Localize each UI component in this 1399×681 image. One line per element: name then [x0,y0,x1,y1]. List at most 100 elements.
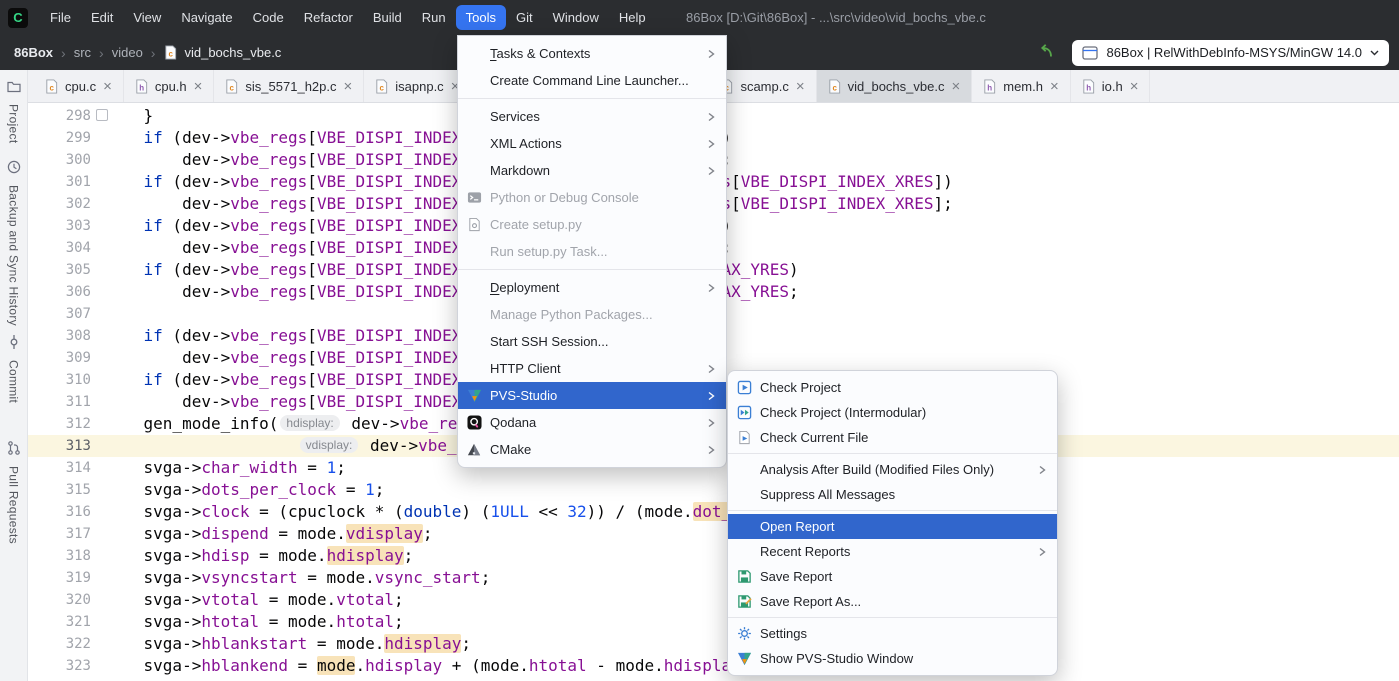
menu-item-markdown[interactable]: Markdown [458,157,726,184]
menu-run[interactable]: Run [412,5,456,30]
menu-item-xml-actions[interactable]: XML Actions [458,130,726,157]
close-icon[interactable]: × [102,79,113,94]
c-file-icon: c [827,79,842,94]
code-text: if (dev->vbe_regs[VBE_DISPI_INDEX_XRES] … [105,127,1399,149]
code-line[interactable]: 317 svga->dispend = mode.vdisplay; [28,523,1399,545]
menu-item-python-or-debug-console: Python or Debug Console [458,184,726,211]
line-number: 303 [28,215,105,237]
h-file-icon: h [1081,79,1096,94]
line-number: 323 [28,655,105,677]
breadcrumb-item[interactable]: video [112,45,143,60]
line-number: 314 [28,457,105,479]
menu-help[interactable]: Help [609,5,656,30]
tab-vid_bochs_vbe-c[interactable]: cvid_bochs_vbe.c× [817,70,973,102]
menu-item-show-pvs-studio-window[interactable]: Show PVS-Studio Window [728,646,1057,671]
tab-cpu-c[interactable]: ccpu.c× [34,70,124,102]
line-number: 316 [28,501,105,523]
menu-code[interactable]: Code [243,5,294,30]
code-line[interactable]: 320 svga->vtotal = mode.vtotal; [28,589,1399,611]
stripe-item-pull-requests[interactable]: Pull Requests [6,440,22,544]
menu-item-cmake[interactable]: CMake [458,436,726,463]
menu-item-icon-slot [736,487,752,503]
menu-item-label: Check Project [760,380,1047,395]
menu-edit[interactable]: Edit [81,5,123,30]
line-number: 319 [28,567,105,589]
code-line[interactable]: 318 svga->hdisp = mode.hdisplay; [28,545,1399,567]
tab-mem-h[interactable]: hmem.h× [972,70,1071,102]
stripe-item-project[interactable]: Project [6,78,22,143]
rollback-arrow-button[interactable] [1034,41,1058,65]
menu-item-check-project-intermodular[interactable]: Check Project (Intermodular) [728,400,1057,425]
close-icon[interactable]: × [1049,79,1060,94]
folding-marker[interactable] [96,109,108,121]
menu-separator [458,269,726,270]
menu-item-check-current-file[interactable]: Check Current File [728,425,1057,450]
code-line[interactable]: 319 svga->vsyncstart = mode.vsync_start; [28,567,1399,589]
code-line[interactable]: 324 svga->vblankstart = mode.vdisplay; [28,677,1399,681]
menu-item-icon-slot [466,46,482,62]
breadcrumb-item[interactable]: vid_bochs_vbe.c [184,45,281,60]
code-line[interactable]: 322 svga->hblankstart = mode.hdisplay; [28,633,1399,655]
tab-label: cpu.c [65,79,96,94]
menu-refactor[interactable]: Refactor [294,5,363,30]
close-icon[interactable]: × [950,79,961,94]
code-line[interactable]: 321 svga->htotal = mode.htotal; [28,611,1399,633]
menu-item-icon-slot [736,544,752,560]
line-number: 320 [28,589,105,611]
menu-item-icon-slot [466,73,482,89]
menu-item-qodana[interactable]: Qodana [458,409,726,436]
menu-item-pvs-studio[interactable]: PVS-Studio [458,382,726,409]
parameter-hint: hdisplay: [280,415,339,431]
menu-separator [728,617,1057,618]
menu-item-label: Check Current File [760,430,1047,445]
code-text: if (dev->vbe_regs[VBE_DISPI_INDEX_VIRT_H… [105,259,1399,281]
tab-io-h[interactable]: hio.h× [1071,70,1151,102]
menu-item-save-report[interactable]: Save Report [728,564,1057,589]
qodana-icon [466,415,482,431]
menu-item-save-report-as[interactable]: Save Report As... [728,589,1057,614]
menu-window[interactable]: Window [543,5,609,30]
submenu-arrow-icon [1038,546,1047,558]
menu-item-suppress-all-messages[interactable]: Suppress All Messages [728,482,1057,507]
run-configuration-selector[interactable]: 86Box | RelWithDebInfo-MSYS/MinGW 14.0 [1072,40,1389,66]
chevron-down-icon [1370,50,1379,56]
menu-item-open-report[interactable]: Open Report [728,514,1057,539]
menu-item-check-project[interactable]: Check Project [728,375,1057,400]
menu-item-deployment[interactable]: Deployment [458,274,726,301]
breadcrumb-item[interactable]: 86Box [14,45,53,60]
tab-isapnp-c[interactable]: cisapnp.c× [364,70,471,102]
menu-item-create-command-line-launcher[interactable]: Create Command Line Launcher... [458,67,726,94]
code-text: if (dev->vbe_regs[VBE_DISPI_INDEX_YRES] … [105,215,1399,237]
menu-view[interactable]: View [123,5,171,30]
menu-item-tasks-contexts[interactable]: Tasks & Contexts [458,40,726,67]
tab-cpu-h[interactable]: hcpu.h× [124,70,215,102]
menu-tools[interactable]: Tools [456,5,506,30]
stripe-item-backup-and-sync-history[interactable]: Backup and Sync History [6,159,22,326]
tab-sis_5571_h2p-c[interactable]: csis_5571_h2p.c× [214,70,364,102]
menu-navigate[interactable]: Navigate [171,5,242,30]
menu-item-http-client[interactable]: HTTP Client [458,355,726,382]
code-line[interactable]: 323 svga->hblankend = mode.hdisplay + (m… [28,655,1399,677]
stripe-item-commit[interactable]: Commit [6,334,22,403]
code-line[interactable]: 315 svga->dots_per_clock = 1; [28,479,1399,501]
menu-item-settings[interactable]: Settings [728,621,1057,646]
close-icon[interactable]: × [343,79,354,94]
menu-item-analysis-after-build-modified-files-only[interactable]: Analysis After Build (Modified Files Onl… [728,457,1057,482]
menu-build[interactable]: Build [363,5,412,30]
window-title: 86Box [D:\Git\86Box] - ...\src\video\vid… [686,0,986,35]
menu-item-services[interactable]: Services [458,103,726,130]
close-icon[interactable]: × [193,79,204,94]
menu-git[interactable]: Git [506,5,543,30]
close-icon[interactable]: × [795,79,806,94]
breadcrumb-item[interactable]: src [74,45,91,60]
menu-item-label: Save Report [760,569,1047,584]
menu-file[interactable]: File [40,5,81,30]
menu-separator [458,98,726,99]
menu-item-label: Settings [760,626,1047,641]
code-line[interactable]: 316 svga->clock = (cpuclock * (double) (… [28,501,1399,523]
c-file-icon: c [374,79,389,94]
menu-item-label: Create setup.py [490,217,716,232]
menu-item-recent-reports[interactable]: Recent Reports [728,539,1057,564]
close-icon[interactable]: × [1129,79,1140,94]
menu-item-start-ssh-session[interactable]: Start SSH Session... [458,328,726,355]
